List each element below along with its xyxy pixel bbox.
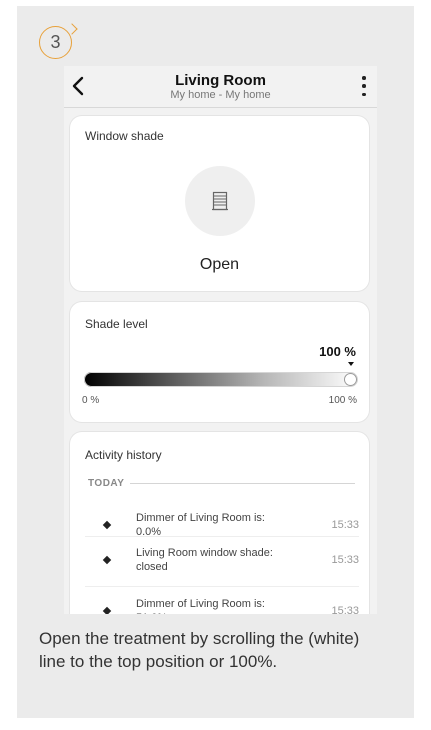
activity-text: Living Room window shade: closed [136, 547, 273, 573]
today-label: TODAY [88, 478, 125, 489]
activity-item: Dimmer of Living Room is: 0.0% 15:33 [85, 511, 359, 539]
diamond-bullet-icon [102, 555, 112, 565]
more-options-button[interactable] [357, 76, 371, 96]
today-group-header: TODAY [88, 478, 355, 489]
activity-text: Dimmer of Living Room is: 51.0% [136, 598, 265, 614]
diamond-bullet-icon [102, 606, 112, 614]
shade-level-card-title: Shade level [85, 317, 148, 331]
instruction-caption: Open the treatment by scrolling the (whi… [39, 629, 360, 671]
app-header: Living Room My home - My home [64, 66, 377, 108]
slider-min-label: 0 % [82, 395, 100, 406]
activity-item: Living Room window shade: closed 15:33 [85, 546, 359, 574]
page-subtitle: My home - My home [170, 89, 271, 101]
activity-history-card: Activity history TODAY Dimmer of Living … [70, 432, 369, 614]
shade-toggle-button[interactable] [185, 166, 255, 236]
window-shade-icon [212, 191, 228, 211]
shade-level-slider[interactable] [84, 372, 358, 387]
shade-level-slider-thumb[interactable] [344, 373, 357, 386]
kebab-dot-icon [362, 76, 366, 80]
activity-separator [85, 586, 359, 587]
phone-screen: Living Room My home - My home Window sha… [64, 66, 377, 614]
activity-history-card-title: Activity history [85, 448, 162, 462]
activity-item: Dimmer of Living Room is: 51.0% 15:33 [85, 597, 359, 614]
step-number: 3 [50, 32, 61, 52]
title-block: Living Room My home - My home [64, 72, 377, 102]
step-arrow-icon [66, 23, 78, 35]
activity-time: 15:33 [331, 605, 359, 614]
shade-level-card: Shade level 100 % 0 % 100 % [70, 302, 369, 422]
kebab-dot-icon [362, 84, 366, 88]
activity-text: Dimmer of Living Room is: 0.0% [136, 512, 265, 538]
shade-state-label: Open [199, 256, 240, 273]
shade-level-value: 100 % [319, 344, 356, 359]
window-shade-card: Window shade Open [70, 116, 369, 291]
diamond-bullet-icon [102, 520, 112, 530]
level-indicator-caret-icon [348, 362, 354, 366]
header-divider [64, 107, 377, 108]
activity-time: 15:33 [331, 554, 359, 566]
today-divider [130, 483, 355, 484]
window-shade-card-title: Window shade [85, 129, 164, 143]
activity-separator [85, 536, 359, 537]
slider-max-label: 100 % [328, 395, 357, 406]
activity-time: 15:33 [331, 519, 359, 531]
page-title: Living Room [175, 72, 266, 89]
kebab-dot-icon [362, 92, 366, 96]
step-badge: 3 [39, 23, 78, 59]
